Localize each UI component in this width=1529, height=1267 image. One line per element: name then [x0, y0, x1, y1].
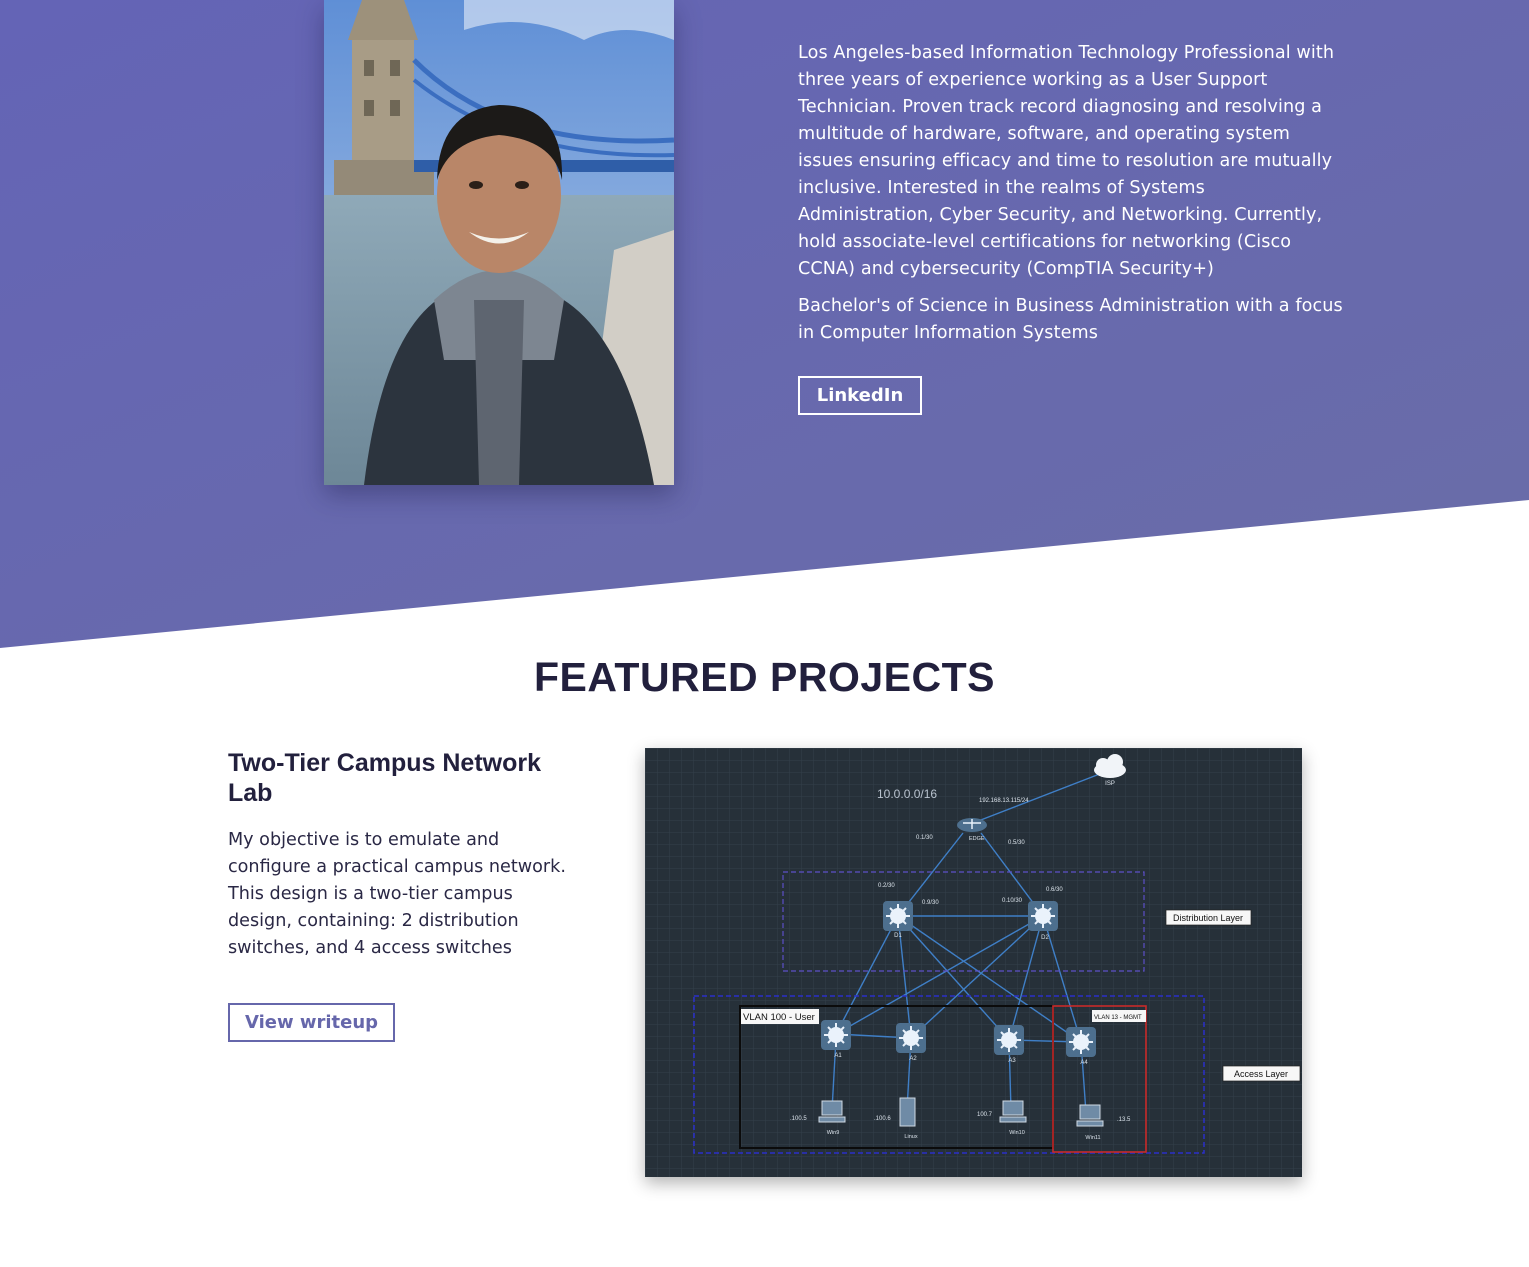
a2-label: A2 [909, 1056, 917, 1062]
host-win9: Win9 [827, 1130, 840, 1136]
router-icon [957, 818, 987, 832]
view-writeup-button[interactable]: View writeup [228, 1003, 395, 1042]
subnet-label: 0.5/30 [1008, 840, 1025, 846]
a4-label: A4 [1080, 1060, 1088, 1066]
bio: Los Angeles-based Information Technology… [798, 40, 1343, 357]
host-win11: Win11 [1085, 1135, 1100, 1141]
distribution-layer-label: Distribution Layer [1173, 913, 1243, 923]
computer-icon [1076, 1104, 1104, 1127]
host-win10: Win10 [1009, 1130, 1025, 1136]
isp-ip: 192.168.13.115/24 [979, 798, 1029, 804]
subnet-label: 0.1/30 [916, 835, 933, 841]
a3-label: A3 [1008, 1058, 1016, 1064]
switch-icon [820, 1019, 852, 1051]
d1-label: D1 [894, 933, 902, 939]
subnet-label: 0.10/30 [1002, 898, 1023, 904]
switch-icon [993, 1024, 1025, 1056]
project-description: My objective is to emulate and configure… [228, 830, 566, 958]
switch-icon [1065, 1026, 1097, 1058]
computer-icon [818, 1100, 846, 1123]
access-layer-label: Access Layer [1234, 1069, 1288, 1079]
host-ip: .100.6 [874, 1116, 891, 1122]
subnet-label: 0.6/30 [1046, 887, 1063, 893]
project-title: Two-Tier Campus Network Lab [228, 749, 542, 807]
edge-label: EDGE [969, 836, 985, 842]
host-ip: .13.5 [1117, 1117, 1131, 1123]
bio-education: Bachelor's of Science in Business Admini… [798, 296, 1343, 343]
host-ip: 100.7 [977, 1112, 993, 1118]
section-title: FEATURED PROJECTS [533, 654, 996, 700]
isp-label: ISP [1105, 781, 1115, 787]
bio-summary: Los Angeles-based Information Technology… [798, 43, 1335, 279]
server-icon [899, 1097, 916, 1127]
a1-label: A1 [834, 1053, 842, 1059]
computer-icon [999, 1100, 1027, 1123]
network-diagram[interactable]: ISP 192.168.13.115/24 10.0.0.0/16 EDGE 0… [645, 748, 1302, 1177]
host-ip: .100.5 [790, 1116, 807, 1122]
switch-icon [895, 1022, 927, 1054]
subnet-label: 0.9/30 [922, 900, 939, 906]
d2-label: D2 [1041, 935, 1049, 941]
switch-icon [882, 900, 914, 932]
network-label: 10.0.0.0/16 [877, 787, 937, 801]
vlan-mgmt-label: VLAN 13 - MGMT [1094, 1015, 1142, 1021]
switch-icon [1027, 900, 1059, 932]
linkedin-button[interactable]: LinkedIn [798, 376, 922, 415]
profile-photo [324, 0, 674, 485]
subnet-label: 0.2/30 [878, 883, 895, 889]
vlan-users-label: VLAN 100 - User [743, 1012, 815, 1023]
host-linux: Linux [904, 1134, 917, 1140]
